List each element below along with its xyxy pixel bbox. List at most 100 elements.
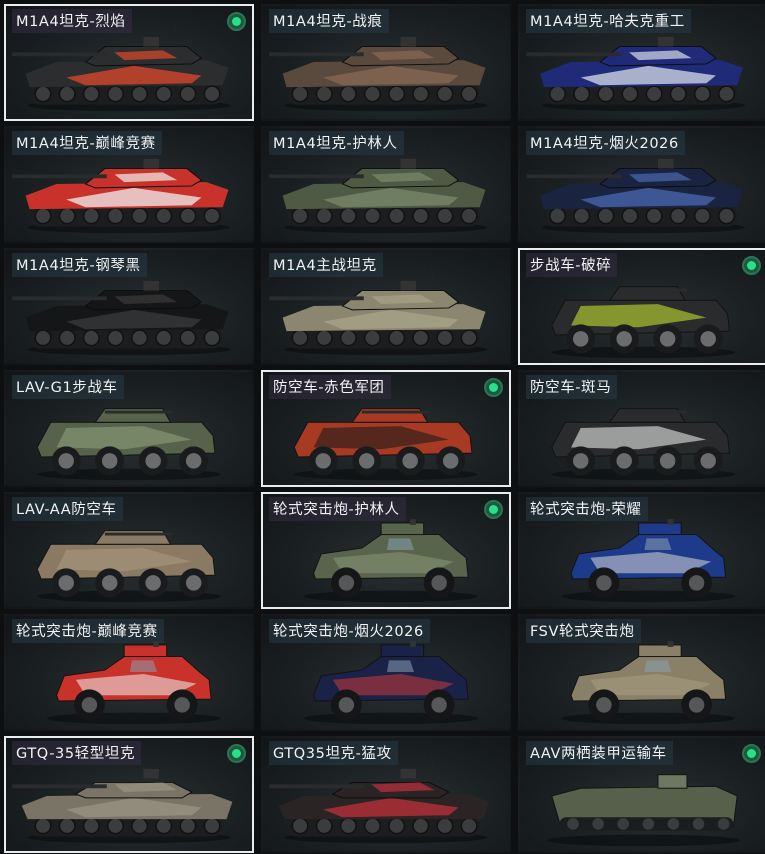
antenna [150,515,154,531]
cupola [657,158,674,169]
road-wheel [692,818,705,830]
antenna [173,755,178,779]
road-wheel [339,817,357,835]
antenna [430,267,435,291]
vehicle-name-label: M1A4坦克-哈夫克重工 [526,9,691,33]
vehicle-card[interactable]: 轮式突击炮-护林人 [261,492,511,609]
vehicle-card[interactable]: M1A4坦克-烟火2026 [518,126,765,243]
road-wheel [718,207,736,225]
road-wheel [621,85,639,103]
vehicle-turret [380,644,425,658]
vehicle-card[interactable]: GTQ35坦克-猛攻 [261,736,511,853]
antenna [407,393,411,409]
antenna [150,393,154,409]
turret-sight [667,519,674,525]
road-wheel [693,207,711,225]
main-gun [526,52,622,57]
cupola [143,158,159,169]
vehicle-turret [638,644,682,658]
road-wheel [155,329,173,347]
road-wheel [179,207,197,225]
vehicle-card[interactable]: M1A4坦克-烈焰 [4,4,254,121]
road-wheel [34,207,52,225]
road-wheel [412,85,430,103]
vehicle-card[interactable]: LAV-AA防空车 [4,492,254,609]
vehicle-card[interactable]: 轮式突击炮-烟火2026 [261,614,511,731]
road-wheel [58,207,76,225]
antenna [173,23,178,47]
wheel-rim [315,453,331,469]
antenna [688,145,693,169]
road-wheel [567,818,579,830]
road-wheel [339,85,357,103]
vehicle-body-group [12,145,231,234]
vehicle-card[interactable]: M1A4坦克-哈夫克重工 [518,4,765,121]
road-wheel [621,207,639,225]
vehicle-card[interactable]: FSV轮式突击炮 [518,614,765,731]
road-wheel [669,85,687,103]
antenna [430,23,435,47]
wheel-rim [101,575,118,591]
road-wheel [291,329,309,347]
vehicle-card[interactable]: 轮式突击炮-荣耀 [518,492,765,609]
road-wheel [717,818,730,830]
owned-indicator-icon [484,500,503,519]
cupola [657,36,674,47]
vehicle-name-label: 轮式突击炮-巅峰竞赛 [12,619,164,643]
road-wheel [315,207,333,225]
wheel-rim [185,453,202,469]
vehicle-shadow [546,834,741,847]
road-wheel [412,207,430,225]
road-wheel [155,207,173,225]
vehicle-window [386,660,415,673]
road-wheel [82,817,100,835]
vehicle-card[interactable]: LAV-G1步战车 [4,370,254,487]
vehicle-body-group [269,267,488,356]
road-wheel [131,85,149,103]
wheel-rim [572,331,589,347]
road-wheel [549,85,566,103]
vehicle-window [386,538,415,551]
wheel-rim [185,575,202,591]
road-wheel [364,817,381,835]
vehicle-card[interactable]: M1A4主战坦克 [261,248,511,365]
vehicle-name-label: M1A4坦克-烈焰 [12,9,132,33]
owned-indicator-icon [484,378,503,397]
road-wheel [291,85,309,103]
vehicle-body-group [293,393,478,481]
road-wheel [592,818,604,830]
turret-gun [104,532,173,536]
vehicle-card[interactable]: M1A4坦克-战痕 [261,4,511,121]
road-wheel [34,329,52,347]
antenna [430,755,435,779]
road-wheel [203,817,221,835]
vehicle-card[interactable]: 防空车-斑马 [518,370,765,487]
vehicle-name-label: M1A4坦克-巅峰竞赛 [12,131,162,155]
vehicle-shadow [561,590,736,603]
vehicle-card[interactable]: 轮式突击炮-巅峰竞赛 [4,614,254,731]
vehicle-name-label: M1A4坦克-护林人 [269,131,404,155]
vehicle-turret [380,522,425,536]
wheel-rim [659,331,676,347]
main-gun [269,174,364,179]
road-wheel [460,817,478,835]
road-wheel [549,207,566,225]
vehicle-body-group [269,755,490,844]
vehicle-card[interactable]: M1A4坦克-钢琴黑 [4,248,254,365]
road-wheel [460,329,478,347]
vehicle-card[interactable]: AAV两栖装甲运输车 [518,736,765,853]
vehicle-card[interactable]: 步战车-破碎 [518,248,765,365]
antenna [665,271,669,287]
vehicle-card[interactable]: M1A4坦克-巅峰竞赛 [4,126,254,243]
road-wheel [669,207,687,225]
road-wheel [82,85,100,103]
vehicle-name-label: M1A4坦克-战痕 [269,9,389,33]
wheel-rim [596,697,612,713]
vehicle-card[interactable]: M1A4坦克-护林人 [261,126,511,243]
vehicle-turret [638,522,682,536]
road-wheel [718,85,736,103]
antenna [173,145,178,169]
wheel-rim [700,331,716,347]
vehicle-card[interactable]: GTQ-35轻型坦克 [4,736,254,853]
vehicle-card[interactable]: 防空车-赤色军团 [261,370,511,487]
